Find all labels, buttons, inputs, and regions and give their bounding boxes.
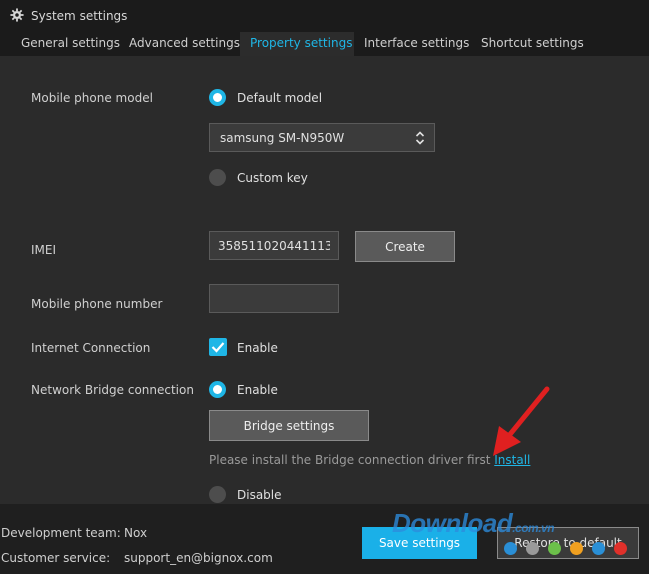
dev-team-value: Nox [124, 526, 148, 540]
bridge-note-text: Please install the Bridge connection dri… [209, 453, 491, 467]
create-imei-button[interactable]: Create [355, 231, 455, 262]
default-model-radio[interactable] [209, 89, 226, 106]
bridge-settings-button[interactable]: Bridge settings [209, 410, 369, 441]
internet-enable-label: Enable [237, 341, 278, 355]
window-title: System settings [31, 9, 128, 23]
gear-icon [10, 8, 24, 22]
tab-bar: General settings Advanced settings Prope… [0, 32, 649, 56]
watermark-dot [570, 542, 583, 555]
model-select[interactable]: samsung SM-N950W [209, 123, 435, 152]
customer-service-value: support_en@bignox.com [124, 551, 273, 565]
watermark-dot [526, 542, 539, 555]
watermark-dot [614, 542, 627, 555]
bridge-enable-radio[interactable] [209, 381, 226, 398]
imei-input[interactable] [209, 231, 339, 260]
customer-service-label: Customer service: [1, 551, 111, 565]
tab-interface-settings[interactable]: Interface settings [354, 32, 471, 56]
bridge-disable-radio[interactable] [209, 486, 226, 503]
annotation-arrow-icon [493, 386, 550, 456]
default-model-label: Default model [237, 91, 323, 105]
watermark-dot [548, 542, 561, 555]
internet-enable-checkbox[interactable] [209, 338, 227, 356]
watermark-text: Download [392, 508, 513, 538]
watermark-dot [592, 542, 605, 555]
title-bar: System settings [0, 0, 649, 32]
download-watermark: Download.com.vn [392, 508, 555, 539]
tab-advanced-settings[interactable]: Advanced settings [122, 32, 240, 56]
imei-label: IMEI [31, 243, 57, 257]
network-bridge-label: Network Bridge connection [31, 383, 194, 397]
watermark-dot [504, 542, 517, 555]
tab-property-settings[interactable]: Property settings [240, 32, 354, 56]
bridge-disable-label: Disable [237, 488, 282, 502]
model-label: Mobile phone model [31, 91, 153, 105]
custom-key-radio[interactable] [209, 169, 226, 186]
watermark-suffix: .com.vn [512, 521, 555, 535]
bridge-driver-note: Please install the Bridge connection dri… [209, 453, 530, 467]
tab-shortcut-settings[interactable]: Shortcut settings [471, 32, 591, 56]
phone-number-input[interactable] [209, 284, 339, 313]
updown-chevron-icon [415, 131, 425, 145]
bridge-enable-label: Enable [237, 383, 278, 397]
property-settings-panel: Mobile phone model Default model samsung… [0, 56, 649, 504]
checkmark-icon [211, 342, 225, 353]
footer: Development team: Nox Customer service: … [0, 504, 649, 574]
tab-general-settings[interactable]: General settings [13, 32, 122, 56]
model-select-value: samsung SM-N950W [220, 131, 345, 145]
phone-number-label: Mobile phone number [31, 297, 163, 311]
custom-key-label: Custom key [237, 171, 308, 185]
dev-team-label: Development team: [1, 526, 121, 540]
internet-connection-label: Internet Connection [31, 341, 151, 355]
